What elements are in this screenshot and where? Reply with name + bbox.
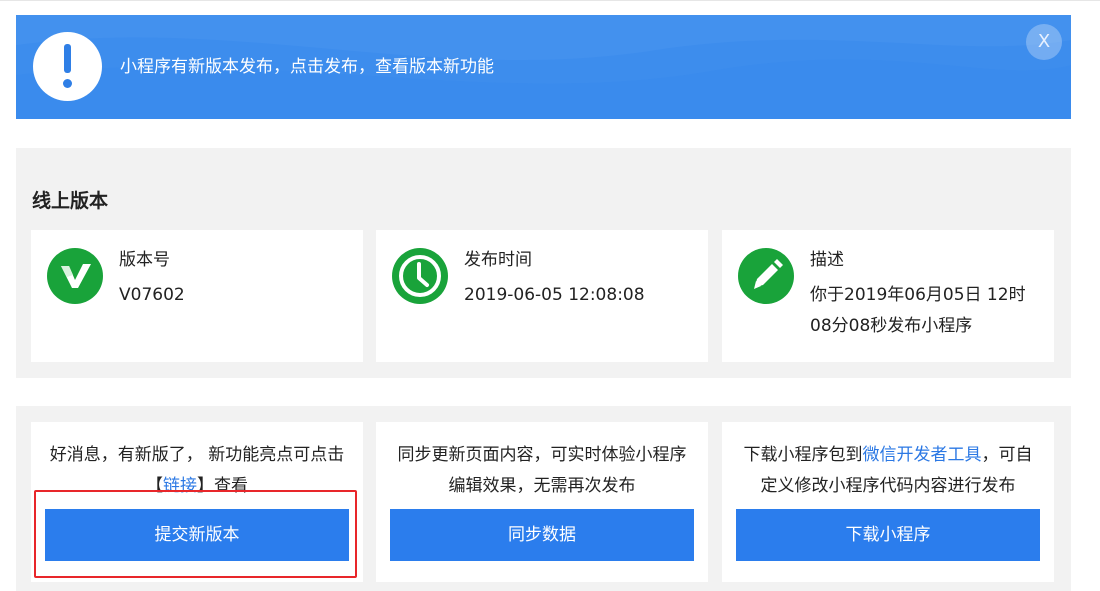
online-version-panel: 线上版本 版本号 V07602 发布时间 2019-06-05 12:08:08: [16, 148, 1071, 378]
alert-icon: [33, 32, 102, 101]
sync-data-button[interactable]: 同步数据: [390, 509, 694, 561]
version-value: V07602: [119, 285, 185, 305]
clock-icon: [392, 248, 448, 304]
publish-time-card: 发布时间 2019-06-05 12:08:08: [376, 230, 708, 362]
version-number-card: 版本号 V07602: [31, 230, 363, 362]
banner-message: 小程序有新版本发布，点击发布，查看版本新功能: [120, 57, 494, 77]
sync-data-card: 同步更新页面内容，可实时体验小程序编辑效果，无需再次发布 同步数据: [376, 422, 708, 582]
version-v-icon: [47, 248, 103, 304]
version-label: 版本号: [119, 250, 170, 270]
sync-description: 同步更新页面内容，可实时体验小程序编辑效果，无需再次发布: [397, 445, 687, 496]
close-button[interactable]: X: [1026, 24, 1062, 60]
description-value: 你于2019年06月05日 12时08分08秒发布小程序: [810, 285, 1026, 336]
top-divider: [0, 0, 1100, 1]
pencil-icon: [738, 248, 794, 304]
download-miniprogram-button[interactable]: 下载小程序: [736, 509, 1040, 561]
panel-title: 线上版本: [32, 190, 109, 212]
description-label: 描述: [810, 250, 844, 270]
wechat-devtools-link[interactable]: 微信开发者工具: [863, 445, 982, 465]
description-card: 描述 你于2019年06月05日 12时08分08秒发布小程序: [722, 230, 1054, 362]
download-card: 下载小程序包到微信开发者工具，可自定义修改小程序代码内容进行发布 下载小程序: [722, 422, 1054, 582]
publish-time-label: 发布时间: [464, 250, 532, 270]
update-banner[interactable]: 小程序有新版本发布，点击发布，查看版本新功能 X: [16, 15, 1071, 119]
highlight-annotation-box: [34, 490, 357, 578]
download-desc-text: 下载小程序包到: [743, 445, 863, 465]
publish-time-value: 2019-06-05 12:08:08: [464, 285, 645, 305]
download-description: 下载小程序包到微信开发者工具，可自定义修改小程序代码内容进行发布: [736, 440, 1040, 502]
